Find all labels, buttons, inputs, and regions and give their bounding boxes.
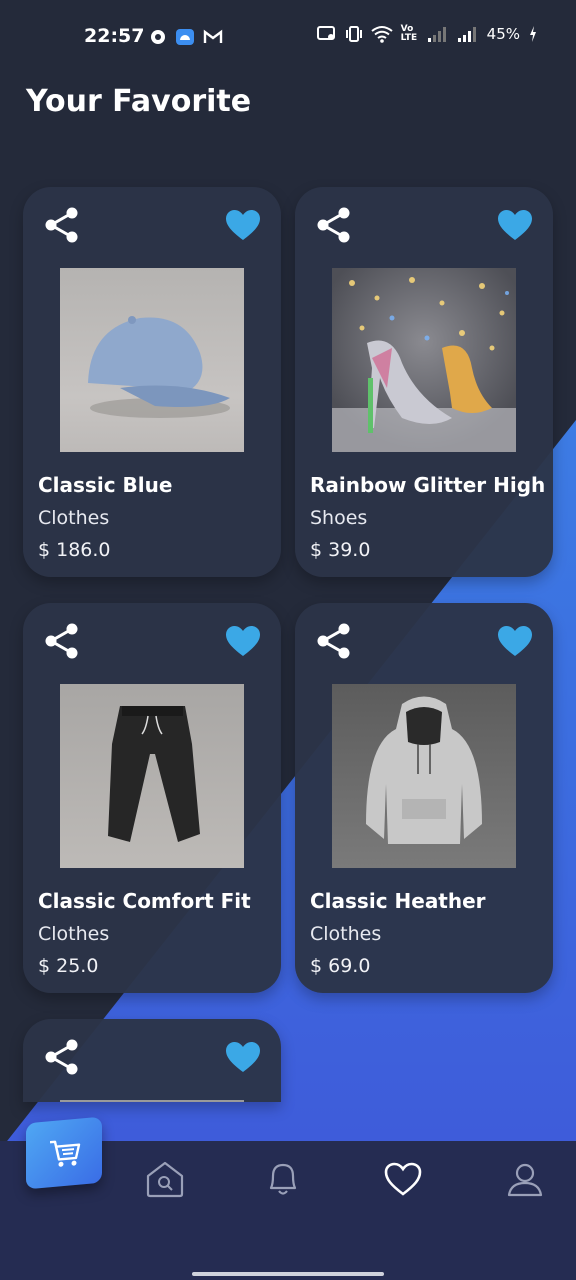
black-joggers-photo[interactable] [60, 684, 244, 868]
vibrate-icon [345, 26, 362, 42]
share-icon[interactable] [317, 207, 351, 243]
bell-icon[interactable] [263, 1159, 303, 1199]
blue-cap-photo[interactable] [60, 268, 244, 452]
status-right-group: Vo LTE 45% [316, 24, 538, 43]
battery-percent: 45% [486, 25, 520, 43]
favorite-heart-icon[interactable] [497, 625, 533, 657]
glitter-heels-photo[interactable] [332, 268, 516, 452]
volte-label: Vo LTE [400, 24, 418, 43]
grey-hoodie-photo[interactable] [332, 684, 516, 868]
cart-button[interactable] [26, 1116, 102, 1190]
cart-icon [50, 1140, 81, 1167]
cast-icon [316, 26, 335, 40]
product-category: Shoes [310, 507, 368, 529]
product-category: Clothes [38, 923, 110, 945]
share-icon[interactable] [45, 1039, 79, 1075]
product-name: Rainbow Glitter High [310, 473, 546, 497]
signal-strength-icon-2 [457, 27, 476, 42]
favorite-heart-icon[interactable] [225, 625, 261, 657]
page-title: Your Favorite [26, 84, 252, 119]
product-category: Clothes [38, 507, 110, 529]
product-name: Classic Heather [310, 889, 486, 913]
product-card[interactable]: Rainbow Glitter High Shoes $ 39.0 [295, 187, 553, 577]
product-card[interactable]: Classic Comfort Fit Clothes $ 25.0 [23, 603, 281, 993]
product-card[interactable]: Classic Blue Clothes $ 186.0 [23, 187, 281, 577]
product-photo-edge [60, 1100, 244, 1102]
product-price: $ 25.0 [38, 955, 99, 977]
product-name: Classic Comfort Fit [38, 889, 251, 913]
share-icon[interactable] [317, 623, 351, 659]
favorite-heart-icon[interactable] [225, 209, 261, 241]
heart-icon[interactable] [383, 1159, 423, 1199]
user-icon[interactable] [505, 1159, 545, 1199]
wifi-icon [371, 26, 393, 43]
product-card[interactable] [23, 1019, 281, 1102]
status-time: 22:57 [84, 25, 145, 47]
favorite-heart-icon[interactable] [225, 1041, 261, 1073]
settings-gear-icon [151, 30, 165, 44]
product-category: Clothes [310, 923, 382, 945]
gmail-icon [203, 29, 223, 43]
signal-strength-icon-1 [427, 27, 446, 42]
product-price: $ 39.0 [310, 539, 371, 561]
share-icon[interactable] [45, 207, 79, 243]
charging-icon [530, 26, 536, 42]
status-bar: 22:57 Vo LTE 45% [0, 0, 576, 72]
share-icon[interactable] [45, 623, 79, 659]
product-card[interactable]: Classic Heather Clothes $ 69.0 [295, 603, 553, 993]
product-price: $ 69.0 [310, 955, 371, 977]
product-name: Classic Blue [38, 473, 173, 497]
product-price: $ 186.0 [38, 539, 111, 561]
home-icon[interactable] [145, 1159, 185, 1199]
gesture-home-bar[interactable] [192, 1272, 384, 1276]
android-app-icon [176, 29, 194, 45]
favorite-heart-icon[interactable] [497, 209, 533, 241]
